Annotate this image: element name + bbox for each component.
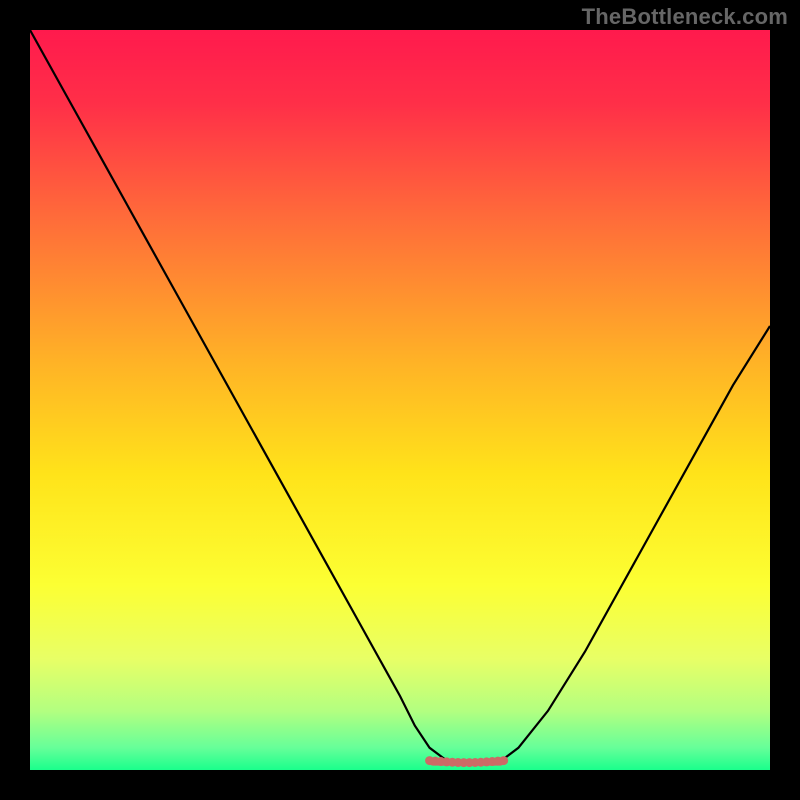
optimal-marker-dot [499,756,508,765]
curve-layer [30,30,770,770]
chart-frame: TheBottleneck.com [0,0,800,800]
plot-area [30,30,770,770]
optimal-range-markers [425,756,508,767]
bottleneck-curve [30,30,770,763]
watermark-text: TheBottleneck.com [582,4,788,30]
